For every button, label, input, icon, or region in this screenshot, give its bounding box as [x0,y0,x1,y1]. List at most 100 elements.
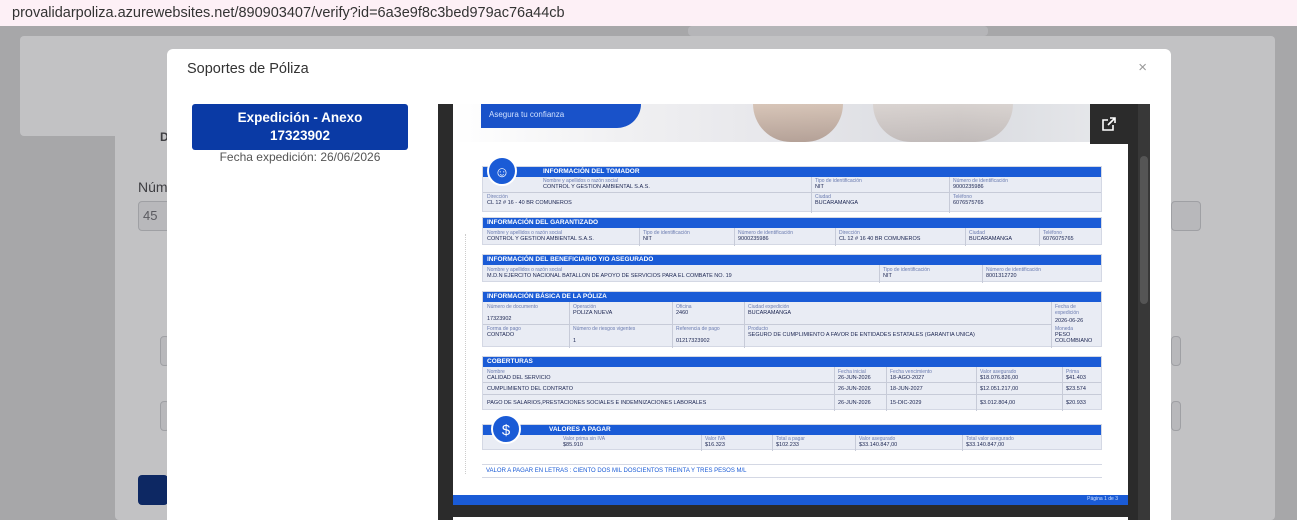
table-cell: $20.933 [1066,400,1086,406]
field-value: 9000235986 [953,184,984,190]
col-divider [976,367,977,411]
modal-title: Soportes de Póliza [187,61,309,77]
page-footer: Página 1 de 3 [453,495,1128,505]
table-cell: $23.574 [1066,386,1086,392]
document-date: Fecha expedición: 26/06/2026 [219,150,381,164]
field-label: Número de riesgos vigentes [573,326,636,332]
row-divider [483,394,1101,395]
viewer-scrollbar[interactable] [1138,104,1150,520]
col-divider [772,435,773,451]
col-divider [811,177,812,213]
document-title: Expedición - Anexo [237,110,363,125]
table-cell: 18-AGO-2027 [890,375,925,381]
table-cell: PAGO DE SALARIOS,PRESTACIONES SOCIALES E… [487,400,707,406]
field-value: 8001312720 [986,273,1017,279]
field-value: 01217323902 [676,338,710,344]
field-label: Referencia de pago [676,326,720,332]
col-divider [982,265,983,283]
section-garantizado: INFORMACIÓN DEL GARANTIZADO Nombre y ape… [482,217,1102,246]
col-divider [886,367,887,411]
col-divider [672,302,673,348]
bg-field-value: 45 [143,208,158,223]
col-divider [734,228,735,246]
pdf-viewer[interactable]: Asegura tu confianza INFORMACIÓN DEL TOM… [438,104,1150,520]
col-divider [639,228,640,246]
col-divider [1062,367,1063,411]
section-heading: COBERTURAS [483,357,1101,367]
field-value: 2026-06-26 [1055,318,1084,324]
col-divider [949,177,950,213]
policy-supports-modal: Soportes de Póliza × Expedición - Anexo … [167,49,1171,520]
field-value: BUCARAMANGA [748,310,792,316]
section-heading: INFORMACIÓN DEL BENEFICIARIO Y/O ASEGURA… [483,255,1101,265]
col-divider [834,367,835,411]
col-divider [962,435,963,451]
close-icon[interactable]: × [1138,59,1147,76]
field-value: 6076075765 [1043,236,1074,242]
field-value: $33.140.847,00 [966,442,1005,448]
page-side-print [465,234,473,474]
field-value: NIT [815,184,824,190]
col-divider [701,435,702,451]
table-cell: $18.076.826,00 [980,375,1019,381]
section-heading: VALORES A PAGAR [483,425,1101,435]
col-divider [879,265,880,283]
field-value: 9000235986 [738,236,769,242]
table-cell: 15-DIC-2029 [890,400,922,406]
field-value: 1 [573,338,577,344]
section-tomador: INFORMACIÓN DEL TOMADOR Nombre y apellid… [482,166,1102,213]
field-value: BUCARAMANGA [969,236,1013,242]
table-cell: 26-JUN-2026 [838,400,871,406]
table-cell: $41.403 [1066,375,1086,381]
money-bag-icon: $ [491,414,521,444]
col-divider [835,228,836,246]
row-divider [483,382,1101,383]
bg-field-input-right [1171,201,1201,231]
col-divider [569,302,570,348]
field-value: PESO COLOMBIANO [1055,332,1093,344]
section-valores: VALORES A PAGAR Valor prima sin IVA $85.… [482,424,1102,451]
table-cell: 26-JUN-2026 [838,375,871,381]
field-value: CONTADO [487,332,515,338]
field-value: CONTROL Y GESTION AMBIENTAL S.A.S. [543,184,650,190]
section-heading: INFORMACIÓN BÁSICA DE LA PÓLIZA [483,292,1101,302]
document-card-expedicion[interactable]: Expedición - Anexo 17323902 [192,104,408,150]
field-value: CL 12 # 16 - 40 BR COMUNEROS [487,200,572,206]
col-divider [855,435,856,451]
table-cell: CUMPLIMIENTO DEL CONTRATO [487,386,573,392]
table-cell: $12.051.217,00 [980,386,1019,392]
field-value: SEGURO DE CUMPLIMIENTO A FAVOR DE ENTIDA… [748,332,975,338]
pdf-page-1: Asegura tu confianza INFORMACIÓN DEL TOM… [453,104,1128,505]
field-value: NIT [883,273,892,279]
field-value: BUCARAMANGA [815,200,859,206]
amount-in-words: VALOR A PAGAR EN LETRAS : CIENTO DOS MIL… [482,464,1102,478]
document-number: 17323902 [269,128,331,143]
table-cell: $3.012.804,00 [980,400,1016,406]
col-divider [744,302,745,348]
person-icon: ☺ [487,156,517,186]
section-beneficiario: INFORMACIÓN DEL BENEFICIARIO Y/O ASEGURA… [482,254,1102,283]
field-value: $102.233 [776,442,799,448]
bg-field-label: Núm [138,179,168,195]
bg-input-right-1 [1171,336,1181,366]
field-value: $33.140.847,00 [859,442,898,448]
browser-address-bar[interactable]: provalidarpoliza.azurewebsites.net/89090… [0,0,1297,26]
field-value: $16.323 [705,442,725,448]
url-text[interactable]: provalidarpoliza.azurewebsites.net/89090… [12,5,565,21]
field-value: NIT [643,236,652,242]
col-divider [965,228,966,246]
field-value: POLIZA NUEVA [573,310,613,316]
banner-text: Asegura tu confianza [481,104,641,128]
section-coberturas: COBERTURAS Nombre Fecha inicial Fecha ve… [482,356,1102,411]
banner-photo-person [873,104,1013,142]
table-cell: 18-JUN-2027 [890,386,923,392]
table-cell: 26-JUN-2026 [838,386,871,392]
field-label: Fecha de expedición [1055,304,1079,316]
bg-primary-button [138,475,168,505]
col-divider [1051,302,1052,348]
section-heading: INFORMACIÓN DEL TOMADOR [483,167,1101,177]
scrollbar-thumb[interactable] [1140,156,1148,304]
bg-top-field [688,26,988,36]
section-heading: INFORMACIÓN DEL GARANTIZADO [483,218,1101,228]
external-link-icon[interactable] [1090,104,1128,144]
